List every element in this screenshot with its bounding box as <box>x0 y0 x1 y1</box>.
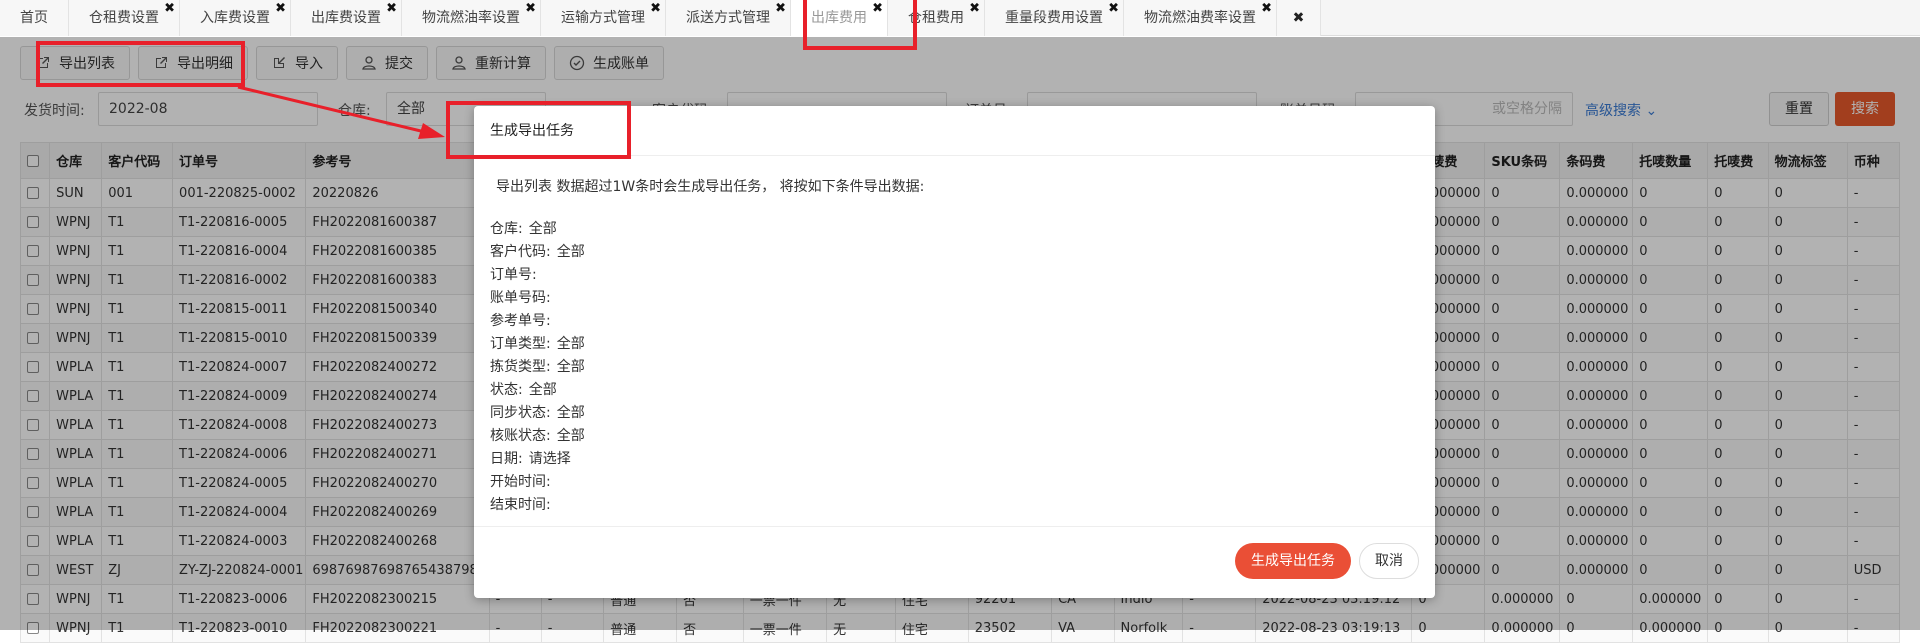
condition-value: 全部 <box>528 382 557 398</box>
tab-label: 出库费设置 <box>311 10 381 26</box>
condition-value: 请选择 <box>528 451 571 467</box>
condition-row: 状态: 全部 <box>490 379 1419 402</box>
condition-row: 订单号: <box>490 264 1419 287</box>
condition-row: 订单类型: 全部 <box>490 333 1419 356</box>
dialog-footer: 生成导出任务 取消 <box>474 526 1435 598</box>
condition-label: 账单号码: <box>490 290 551 306</box>
tab-label: 物流燃油率设置 <box>422 10 520 26</box>
close-icon[interactable]: ✖ <box>275 2 286 16</box>
close-icon[interactable]: ✖ <box>650 2 661 16</box>
condition-list: 仓库: 全部 客户代码: 全部 订单号: 账单号码: 参考单号: 订单类型: 全部 拣货类型: 全部… <box>490 218 1419 517</box>
condition-row: 结束时间: <box>490 494 1419 517</box>
condition-label: 参考单号: <box>490 313 551 329</box>
tab-2[interactable]: 入库费设置 ✖ <box>180 0 291 36</box>
tab-4[interactable]: 物流燃油率设置 ✖ <box>402 0 541 36</box>
tab-label: 重量段费用设置 <box>1005 10 1103 26</box>
close-icon[interactable]: ✖ <box>1261 2 1272 16</box>
condition-label: 客户代码: <box>490 244 551 260</box>
condition-value: 全部 <box>556 405 585 421</box>
cancel-button[interactable]: 取消 <box>1359 543 1419 579</box>
tab-9[interactable]: 重量段费用设置 ✖ <box>985 0 1124 36</box>
annotation-box-tab <box>803 0 917 50</box>
tab-label: 物流燃油费率设置 <box>1144 10 1256 26</box>
condition-label: 开始时间: <box>490 474 551 490</box>
generate-export-task-button[interactable]: 生成导出任务 <box>1235 543 1351 579</box>
condition-label: 结束时间: <box>490 497 551 513</box>
condition-row: 客户代码: 全部 <box>490 241 1419 264</box>
condition-label: 同步状态: <box>490 405 551 421</box>
export-task-dialog: 生成导出任务 导出列表 数据超过1W条时会生成导出任务， 将按如下条件导出数据:… <box>474 106 1435 598</box>
close-icon[interactable]: ✖ <box>1108 2 1119 16</box>
close-icon[interactable]: ✖ <box>386 2 397 16</box>
condition-value: 全部 <box>556 336 585 352</box>
condition-label: 拣货类型: <box>490 359 551 375</box>
condition-label: 仓库: <box>490 221 523 237</box>
condition-value: 全部 <box>556 428 585 444</box>
condition-label: 核账状态: <box>490 428 551 444</box>
annotation-box-export <box>36 41 245 87</box>
tab-label: 运输方式管理 <box>561 10 645 26</box>
condition-row: 同步状态: 全部 <box>490 402 1419 425</box>
condition-row: 仓库: 全部 <box>490 218 1419 241</box>
condition-row: 参考单号: <box>490 310 1419 333</box>
tab-label: 入库费设置 <box>200 10 270 26</box>
condition-label: 订单号: <box>490 267 537 283</box>
tab-1[interactable]: 仓租费设置 ✖ <box>69 0 180 36</box>
condition-row: 日期: 请选择 <box>490 448 1419 471</box>
tab-6[interactable]: 派送方式管理 ✖ <box>666 0 791 36</box>
tab-5[interactable]: 运输方式管理 ✖ <box>541 0 666 36</box>
dialog-body: 导出列表 数据超过1W条时会生成导出任务， 将按如下条件导出数据: 仓库: 全部客… <box>474 156 1435 517</box>
condition-value: 全部 <box>528 221 557 237</box>
condition-row: 开始时间: <box>490 471 1419 494</box>
tab-0[interactable]: 首页 <box>0 0 69 36</box>
tab-bar: 首页 仓租费设置 ✖ 入库费设置 ✖ 出库费设置 ✖ 物流燃油率设置 ✖ 运输方式管理 ✖ 派送方式管… <box>0 0 1920 36</box>
export-notice: 导出列表 数据超过1W条时会生成导出任务， 将按如下条件导出数据: <box>496 179 925 195</box>
close-all-tabs-icon[interactable]: ✖ <box>1277 0 1321 36</box>
close-icon[interactable]: ✖ <box>969 2 980 16</box>
tab-label: 首页 <box>20 10 48 26</box>
tab-label: 派送方式管理 <box>686 10 770 26</box>
tab-label: 仓租费设置 <box>89 10 159 26</box>
condition-label: 日期: <box>490 451 523 467</box>
tab-3[interactable]: 出库费设置 ✖ <box>291 0 402 36</box>
condition-value: 全部 <box>556 359 585 375</box>
close-icon[interactable]: ✖ <box>164 2 175 16</box>
condition-row: 账单号码: <box>490 287 1419 310</box>
condition-label: 状态: <box>490 382 523 398</box>
tab-10[interactable]: 物流燃油费率设置 ✖ <box>1124 0 1277 36</box>
annotation-box-title <box>446 101 631 159</box>
condition-row: 核账状态: 全部 <box>490 425 1419 448</box>
condition-value: 全部 <box>556 244 585 260</box>
close-icon[interactable]: ✖ <box>775 2 786 16</box>
close-icon[interactable]: ✖ <box>525 2 536 16</box>
condition-label: 订单类型: <box>490 336 551 352</box>
condition-row: 拣货类型: 全部 <box>490 356 1419 379</box>
